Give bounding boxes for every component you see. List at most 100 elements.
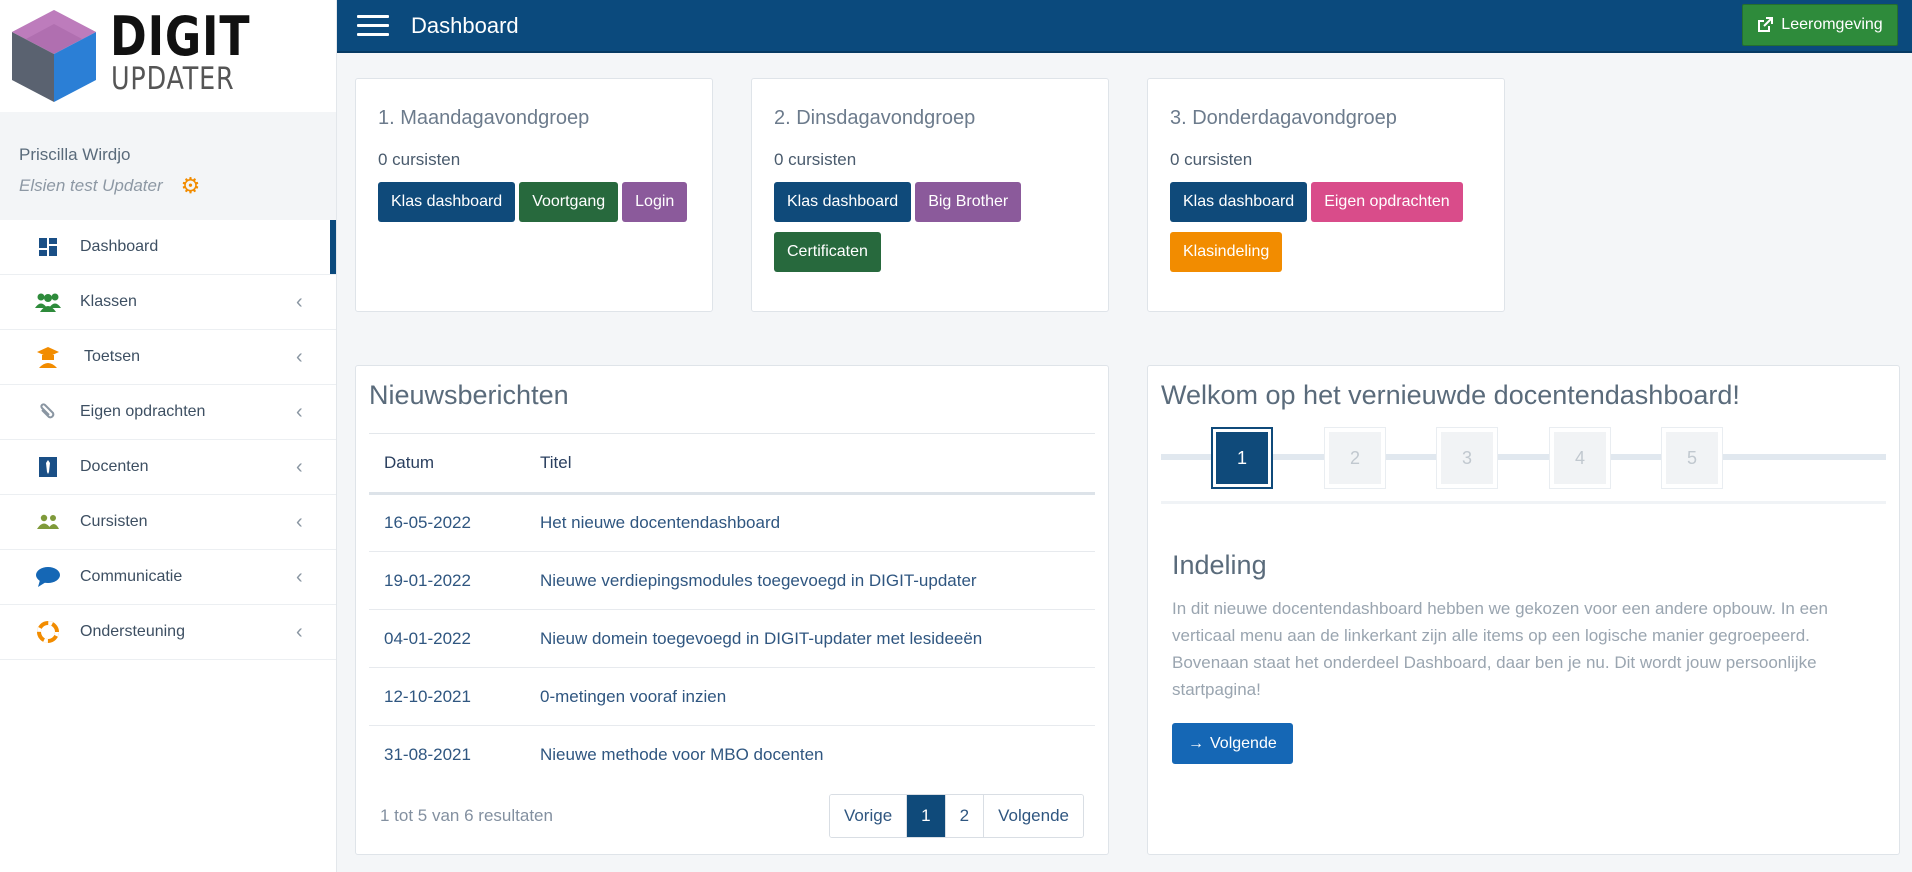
pagination: Vorige 1 2 Volgende [828,794,1084,838]
result-count: 1 tot 5 van 6 resultaten [380,806,553,825]
sidebar-item-docenten[interactable]: Docenten ‹ [0,440,336,495]
sidebar: DIGIT UPDATER Priscilla Wirdjo Elsien te… [0,0,337,872]
news-panel: Nieuwsberichten Datum Titel 16-05-2022 He… [355,365,1109,855]
chevron-left-icon: ‹ [296,290,303,313]
next-button-label: Volgende [1210,734,1277,752]
external-link-icon [1758,17,1774,32]
step-5[interactable]: 5 [1661,427,1723,489]
group-count: 0 cursisten [774,150,857,169]
table-row[interactable]: 19-01-2022 Nieuwe verdiepingsmodules toeg… [369,551,1095,610]
big-brother-button[interactable]: Big Brother [915,182,1022,222]
people-group-icon [0,292,80,312]
step-3[interactable]: 3 [1436,427,1498,489]
sidebar-menu: Dashboard Klassen ‹ Toetsen ‹ Eigen opdr… [0,220,336,660]
chevron-left-icon: ‹ [296,455,303,478]
table-row[interactable]: 12-10-2021 0-metingen vooraf inzien [369,667,1095,726]
news-title: Nieuwsberichten [369,380,569,410]
klas-dashboard-button[interactable]: Klas dashboard [378,182,516,222]
login-button[interactable]: Login [622,182,688,222]
leeromgeving-button[interactable]: Leeromgeving [1742,4,1898,46]
group-card-donderdag: 3. Donderdagavondgroep 0 cursisten Klas … [1147,78,1505,312]
sidebar-item-label: Klassen [80,293,137,310]
table-row[interactable]: 16-05-2022 Het nieuwe docentendashboard [369,493,1095,552]
sidebar-item-dashboard[interactable]: Dashboard [0,220,336,275]
column-header-titel[interactable]: Titel [525,433,1095,495]
hamburger-menu-icon[interactable] [357,15,389,37]
sidebar-item-communicatie[interactable]: Communicatie ‹ [0,550,336,605]
sidebar-item-label: Cursisten [80,513,148,530]
news-date: 19-01-2022 [369,551,525,610]
chevron-left-icon: ‹ [296,510,303,533]
welcome-panel: Welkom op het vernieuwde docentendashboa… [1147,365,1900,855]
step-number: 2 [1329,432,1381,484]
pager-page-2[interactable]: 2 [944,795,984,837]
pager-prev-button[interactable]: Vorige [829,795,907,837]
news-link[interactable]: Nieuwe methode voor MBO docenten [525,726,1095,784]
step-4[interactable]: 4 [1549,427,1611,489]
logo-digit-text: DIGIT [110,5,251,68]
lifebuoy-icon [0,621,80,643]
klas-dashboard-button[interactable]: Klas dashboard [774,182,912,222]
step-2[interactable]: 2 [1324,427,1386,489]
next-button[interactable]: → Volgende [1172,723,1293,764]
news-date: 31-08-2021 [384,744,471,764]
speech-bubble-icon [0,567,80,587]
chevron-left-icon: ‹ [296,400,303,423]
chevron-left-icon: ‹ [296,345,303,368]
step-number: 3 [1441,432,1493,484]
sidebar-item-klassen[interactable]: Klassen ‹ [0,275,336,330]
arrow-right-icon: → [1188,734,1204,752]
step-heading: Indeling [1172,550,1267,580]
voortgang-button[interactable]: Voortgang [519,182,619,222]
chevron-left-icon: ‹ [296,565,303,588]
tie-icon [0,457,80,477]
klasindeling-button[interactable]: Klasindeling [1170,232,1283,272]
group-title: 2. Dinsdagavondgroep [774,107,976,129]
eigen-opdrachten-button[interactable]: Eigen opdrachten [1311,182,1463,222]
step-1[interactable]: 1 [1211,427,1273,489]
step-text: In dit nieuwe docentendashboard hebben w… [1172,599,1828,699]
pager-next-button[interactable]: Volgende [983,795,1083,837]
group-card-dinsdag: 2. Dinsdagavondgroep 0 cursisten Klas da… [751,78,1109,312]
news-link[interactable]: Nieuwe verdiepingsmodules toegevoegd in … [525,551,1095,610]
step-number: 4 [1554,432,1606,484]
certificaten-button[interactable]: Certificaten [774,232,881,272]
news-date: 16-05-2022 [369,493,525,552]
step-number: 1 [1216,432,1268,484]
gear-icon[interactable]: ⚙ [181,175,201,197]
news-link[interactable]: 0-metingen vooraf inzien [525,667,1095,726]
klas-dashboard-button[interactable]: Klas dashboard [1170,182,1308,222]
sidebar-item-label: Docenten [80,458,149,475]
welcome-title: Welkom op het vernieuwde docentendashboa… [1161,380,1740,410]
leeromgeving-label: Leeromgeving [1781,16,1883,33]
step-indicator: 1 2 3 4 5 [1161,427,1886,489]
sidebar-item-ondersteuning[interactable]: Ondersteuning ‹ [0,605,336,660]
logo-updater-text: UPDATER [111,61,235,97]
group-title: 1. Maandagavondgroep [378,107,590,129]
logo[interactable]: DIGIT UPDATER [0,0,336,112]
user-org: Elsien test Updater ⚙ [19,175,317,197]
users-icon [0,514,80,530]
group-title: 3. Donderdagavondgroep [1170,107,1397,129]
column-header-datum[interactable]: Datum [369,433,525,495]
sidebar-item-label: Ondersteuning [80,623,185,640]
news-link[interactable]: Nieuw domein toegevoegd in DIGIT-updater… [525,609,1095,668]
sidebar-item-toetsen[interactable]: Toetsen ‹ [0,330,336,385]
sidebar-item-label: Communicatie [80,568,183,585]
page-title: Dashboard [411,13,519,38]
sidebar-item-cursisten[interactable]: Cursisten ‹ [0,495,336,550]
table-row[interactable]: 31-08-2021 Nieuwe methode voor MBO docent… [369,726,1095,784]
user-name: Priscilla Wirdjo [19,145,131,164]
pager-page-1[interactable]: 1 [906,795,945,837]
group-count: 0 cursisten [378,150,461,169]
paperclip-icon [0,402,80,422]
sidebar-item-label: Dashboard [80,238,159,255]
news-link[interactable]: Het nieuwe docentendashboard [525,493,1095,552]
news-table: Datum Titel 16-05-2022 Het nieuwe docente… [369,433,1095,784]
table-row[interactable]: 04-01-2022 Nieuw domein toegevoegd in DIG… [369,609,1095,668]
chevron-left-icon: ‹ [296,620,303,643]
step-number: 5 [1666,432,1718,484]
group-card-maandag: 1. Maandagavondgroep 0 cursisten Klas da… [355,78,713,312]
sidebar-item-eigen-opdrachten[interactable]: Eigen opdrachten ‹ [0,385,336,440]
cube-logo-icon [12,10,96,102]
